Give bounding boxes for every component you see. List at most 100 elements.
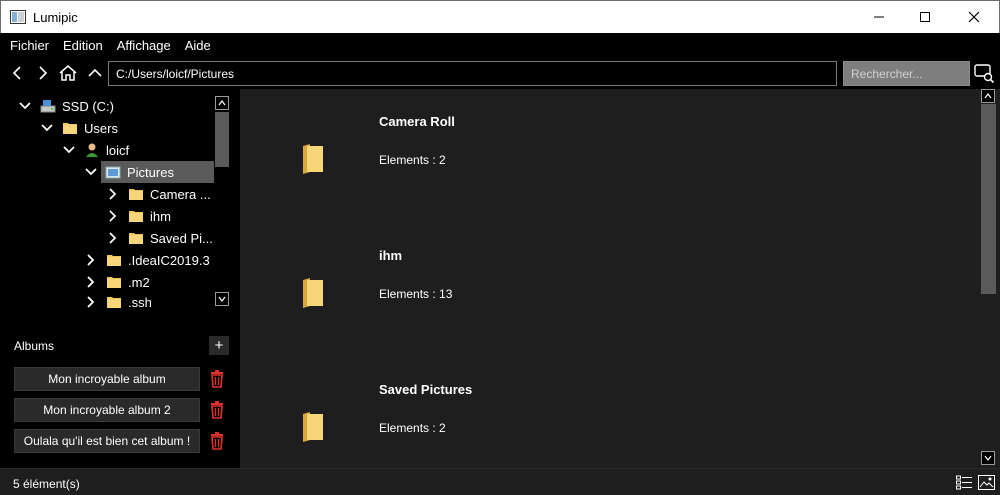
- scroll-thumb[interactable]: [215, 112, 229, 167]
- arrow-up-icon: [984, 93, 992, 99]
- add-album-button[interactable]: +: [209, 336, 229, 355]
- folder-card[interactable]: ihm Elements : 13: [240, 223, 960, 357]
- app-icon: [10, 10, 26, 24]
- folder-count: Elements : 2: [379, 421, 446, 435]
- chevron-down-icon[interactable]: [84, 165, 98, 179]
- folder-icon: [107, 297, 121, 308]
- album-button[interactable]: Mon incroyable album 2: [14, 398, 200, 422]
- drive-icon: [40, 100, 56, 113]
- menu-affichage[interactable]: Affichage: [110, 38, 178, 53]
- close-icon: [968, 11, 980, 23]
- menu-edition[interactable]: Edition: [56, 38, 110, 53]
- tree-label: SSD (C:): [62, 98, 114, 114]
- chevron-down-icon[interactable]: [62, 143, 76, 157]
- folder-icon: [107, 277, 121, 288]
- title-bar: Lumipic: [0, 0, 1000, 33]
- scroll-thumb[interactable]: [981, 104, 996, 294]
- scroll-up-button[interactable]: [215, 96, 229, 110]
- forward-button[interactable]: [32, 61, 54, 85]
- navigation-toolbar: [0, 57, 1000, 89]
- chevron-down-icon[interactable]: [18, 99, 32, 113]
- album-row: Oulala qu'il est bien cet album !: [14, 429, 234, 453]
- arrow-up-icon: [218, 100, 226, 106]
- chevron-right-icon: [39, 66, 48, 80]
- folder-icon: [63, 123, 77, 134]
- tree-label: .ssh: [128, 294, 152, 310]
- tree-item-idea[interactable]: .IdeaIC2019.3: [84, 249, 210, 271]
- chevron-right-icon[interactable]: [106, 209, 120, 223]
- folder-tree: SSD (C:) Users loicf Pictures Camera ...: [0, 89, 232, 309]
- scroll-down-button[interactable]: [215, 292, 229, 306]
- close-button[interactable]: [951, 1, 997, 33]
- chevron-right-icon[interactable]: [84, 275, 98, 289]
- tree-label: loicf: [106, 142, 130, 158]
- status-text: 5 élément(s): [13, 477, 80, 491]
- tree-item-users[interactable]: Users: [40, 117, 118, 139]
- menu-fichier[interactable]: Fichier: [3, 38, 56, 53]
- minimize-icon: [874, 16, 884, 18]
- album-button[interactable]: Oulala qu'il est bien cet album !: [14, 429, 200, 453]
- menu-aide[interactable]: Aide: [178, 38, 218, 53]
- folder-content-area: Camera Roll Elements : 2 ihm Elements : …: [240, 89, 1000, 468]
- folder-name: Camera Roll: [379, 114, 455, 129]
- album-row: Mon incroyable album 2: [14, 398, 234, 422]
- image-view-icon[interactable]: [978, 475, 995, 490]
- scroll-up-button[interactable]: [981, 89, 995, 103]
- tree-label: Camera ...: [150, 186, 211, 202]
- up-button[interactable]: [84, 61, 106, 85]
- scroll-down-button[interactable]: [981, 451, 995, 465]
- folder-icon: [129, 189, 143, 200]
- tree-label: Saved Pi...: [150, 230, 213, 246]
- folder-count: Elements : 13: [379, 287, 453, 301]
- tree-item-drive[interactable]: SSD (C:): [18, 95, 114, 117]
- folder-icon: [129, 233, 143, 244]
- user-icon: [86, 143, 98, 157]
- tree-label: Users: [84, 120, 118, 136]
- tree-item-saved-pictures[interactable]: Saved Pi...: [106, 227, 213, 249]
- tree-label: .m2: [128, 274, 150, 290]
- chevron-left-icon: [12, 66, 21, 80]
- trash-icon[interactable]: [209, 370, 225, 388]
- search-input[interactable]: [843, 61, 970, 86]
- tree-label: ihm: [150, 208, 171, 224]
- folder-icon: [303, 412, 323, 442]
- albums-header: Albums: [14, 339, 55, 353]
- back-button[interactable]: [6, 61, 28, 85]
- pictures-folder-icon: [105, 166, 121, 179]
- status-bar: 5 élément(s): [0, 468, 1000, 495]
- tree-item-camera-roll[interactable]: Camera ...: [106, 183, 211, 205]
- folder-count: Elements : 2: [379, 153, 446, 167]
- trash-icon[interactable]: [209, 401, 225, 419]
- chevron-right-icon[interactable]: [106, 231, 120, 245]
- chevron-right-icon[interactable]: [84, 295, 98, 309]
- album-row: Mon incroyable album: [14, 367, 234, 391]
- minimize-button[interactable]: [856, 1, 902, 33]
- folder-icon: [303, 144, 323, 174]
- folder-icon: [107, 255, 121, 266]
- chevron-down-icon[interactable]: [40, 121, 54, 135]
- trash-icon[interactable]: [209, 432, 225, 450]
- home-icon: [59, 65, 77, 81]
- tree-scrollbar[interactable]: [214, 95, 231, 309]
- tree-item-user[interactable]: loicf: [62, 139, 129, 161]
- folder-card[interactable]: Camera Roll Elements : 2: [240, 89, 960, 223]
- chevron-right-icon[interactable]: [106, 187, 120, 201]
- tree-item-ihm[interactable]: ihm: [106, 205, 171, 227]
- album-button[interactable]: Mon incroyable album: [14, 367, 200, 391]
- tree-item-m2[interactable]: .m2: [84, 271, 150, 293]
- content-scrollbar[interactable]: [980, 89, 997, 468]
- tree-item-pictures[interactable]: Pictures: [101, 161, 214, 183]
- folder-icon: [303, 278, 323, 308]
- maximize-button[interactable]: [902, 1, 948, 33]
- home-button[interactable]: [57, 61, 79, 85]
- folder-name: Saved Pictures: [379, 382, 473, 397]
- tree-item-ssh[interactable]: .ssh: [84, 291, 152, 309]
- list-view-icon[interactable]: [956, 475, 973, 490]
- chevron-right-icon[interactable]: [84, 253, 98, 267]
- chevron-up-icon: [88, 68, 102, 77]
- folder-icon: [129, 211, 143, 222]
- path-field[interactable]: [108, 61, 837, 86]
- search-icon[interactable]: [973, 62, 995, 84]
- arrow-down-icon: [218, 296, 226, 302]
- menu-bar: Fichier Edition Affichage Aide: [0, 33, 1000, 57]
